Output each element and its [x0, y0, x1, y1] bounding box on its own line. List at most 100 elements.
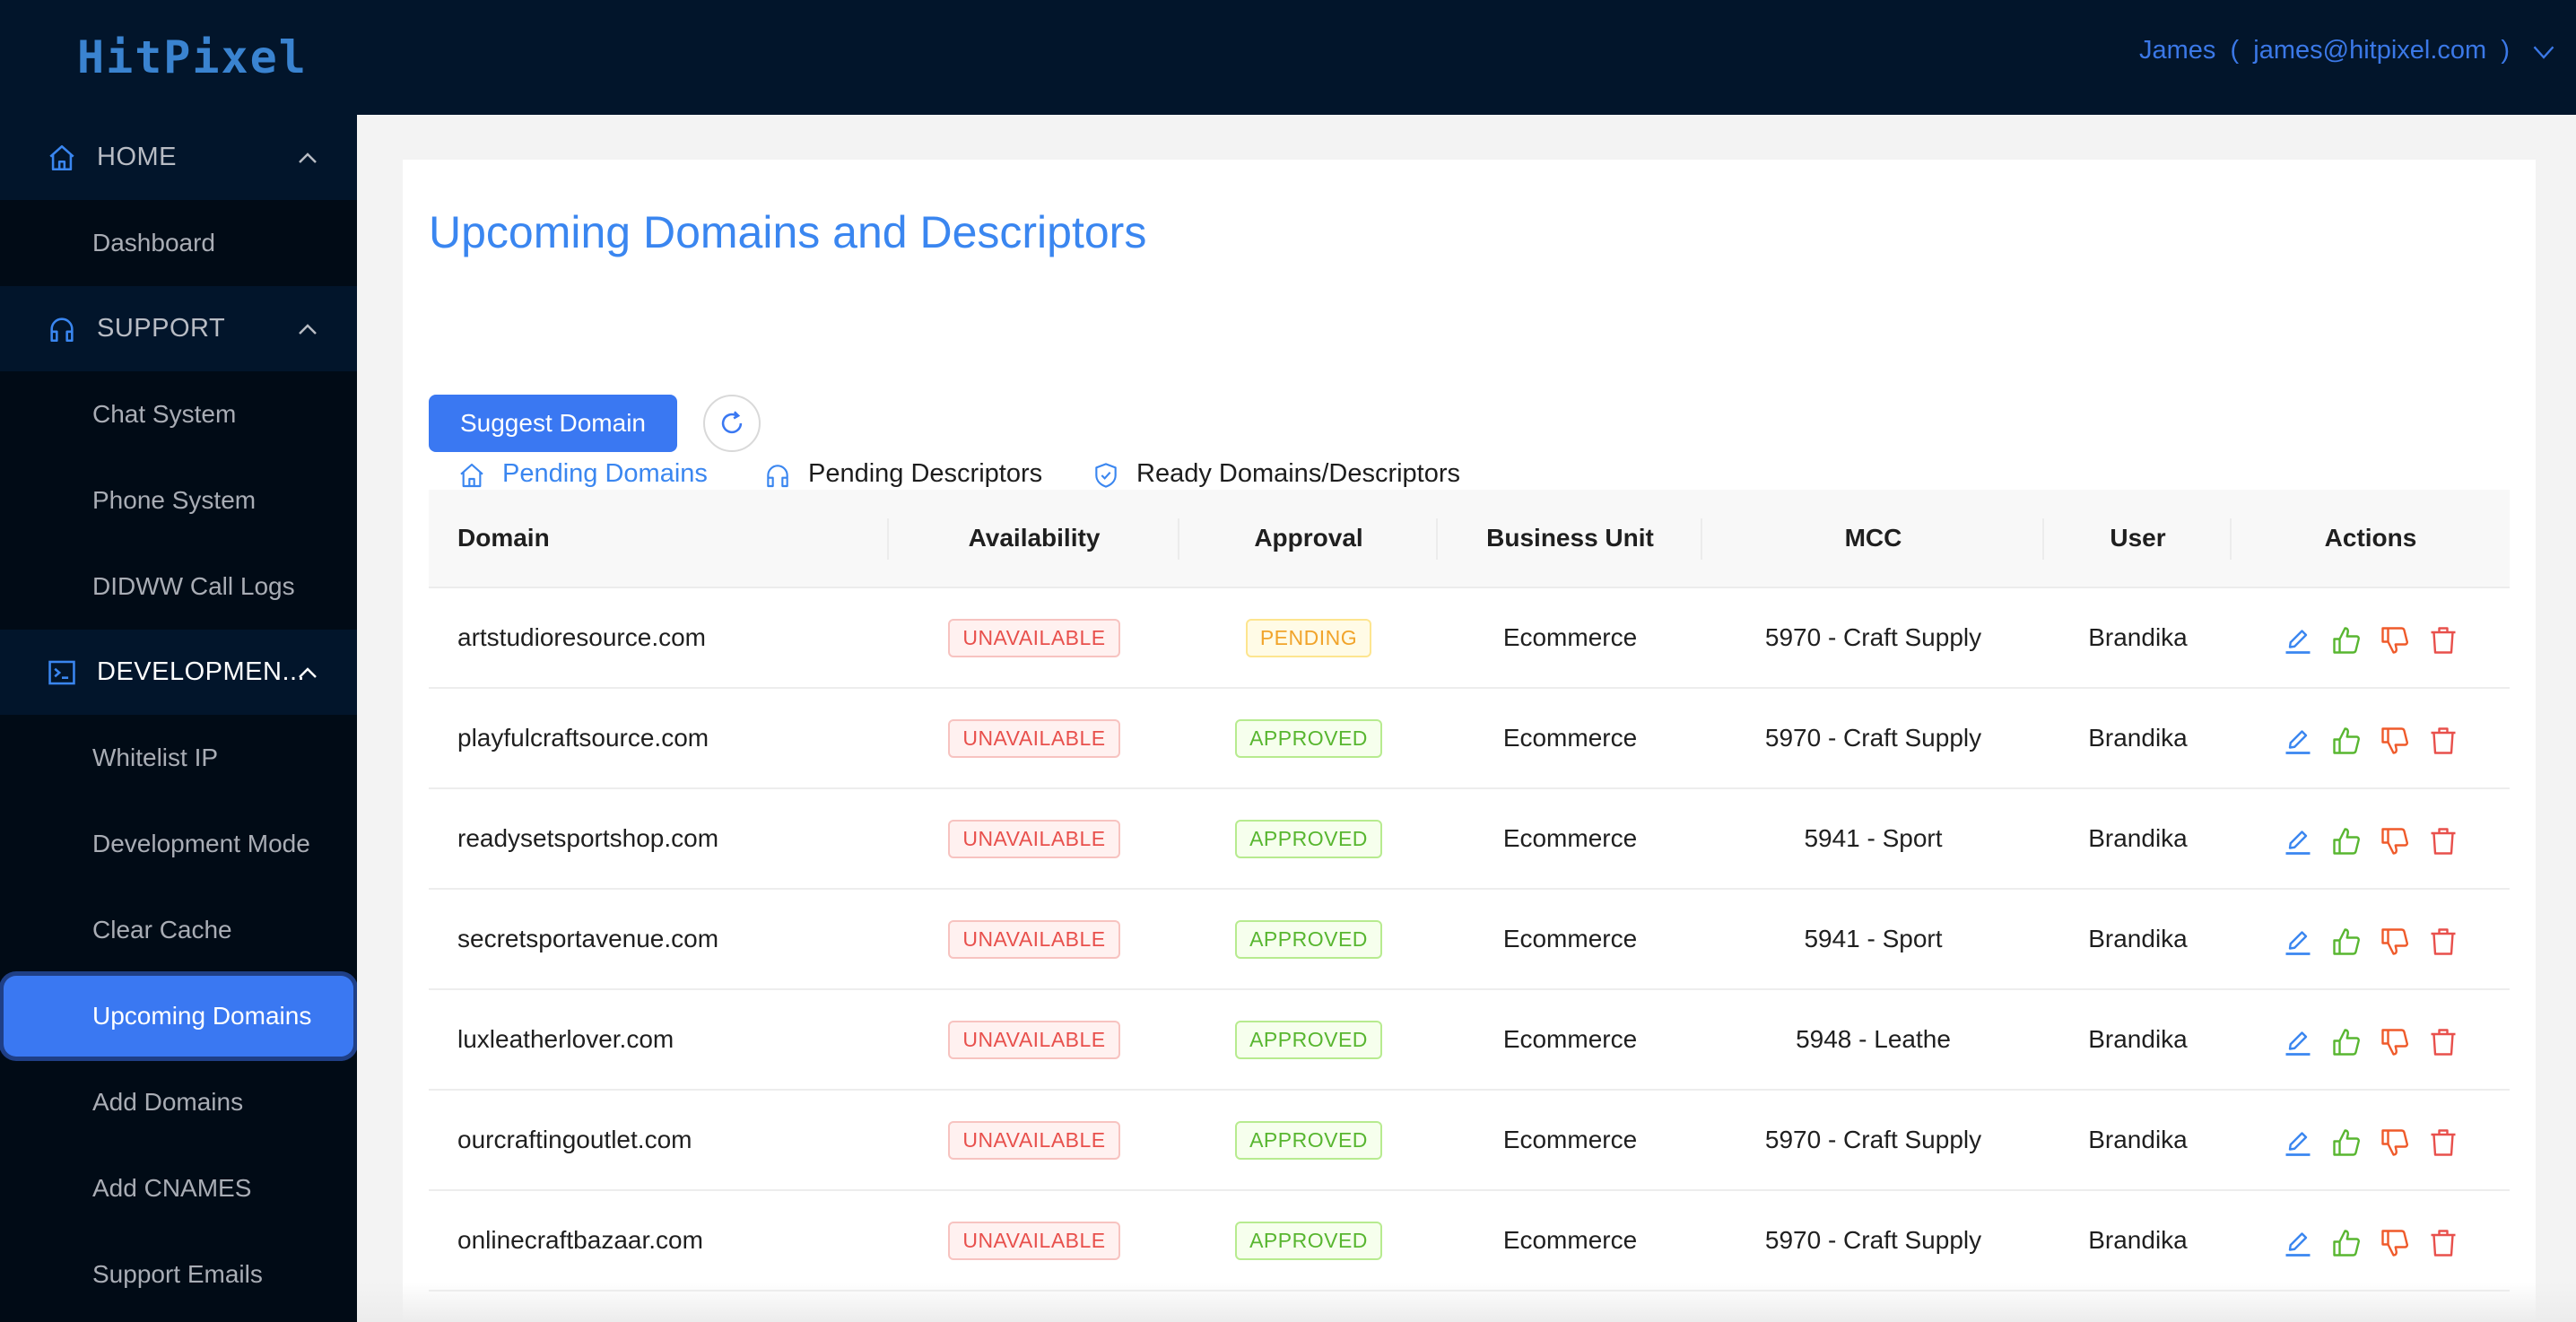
sidebar-item-didww-call-logs[interactable]: DIDWW Call Logs [0, 544, 357, 630]
refresh-button[interactable] [703, 395, 761, 452]
shield-check-icon [1095, 463, 1117, 488]
sidebar-item-whitelist-ip[interactable]: Whitelist IP [0, 715, 357, 801]
trash-icon[interactable] [2427, 624, 2459, 657]
header-text: MCC [1844, 524, 1902, 552]
sidebar-item-add-cnames[interactable]: Add CNAMES [0, 1145, 357, 1231]
thumbs-up-icon[interactable] [2330, 825, 2363, 857]
user-menu[interactable]: James ( james@hitpixel.com ) [2139, 36, 2556, 65]
cell-approval: APPROVED [1179, 1091, 1438, 1189]
sidebar-item-development-mode[interactable]: Development Mode [0, 801, 357, 887]
cell-business-unit: Ecommerce [1502, 824, 1638, 852]
thumbs-up-icon[interactable] [2330, 1126, 2363, 1159]
thumbs-up-icon[interactable] [2330, 1227, 2363, 1259]
trash-icon[interactable] [2427, 1126, 2459, 1159]
cell-mcc: 5941 - Sport [1804, 925, 1943, 952]
cell-business-unit: Ecommerce [1502, 925, 1638, 952]
edit-icon[interactable] [2282, 825, 2314, 857]
sidebar-item-upcoming-domains[interactable]: Upcoming Domains [4, 976, 353, 1057]
cell-business-unit: Ecommerce [1502, 1226, 1638, 1254]
terminal-icon [48, 660, 75, 684]
cell-business-unit: Ecommerce [1502, 1025, 1638, 1053]
sidebar-item-support-emails[interactable]: Support Emails [0, 1231, 357, 1318]
sidebar-item-add-domains[interactable]: Add Domains [0, 1059, 357, 1145]
cell-user: Brandika [2088, 623, 2188, 651]
sidebar-item-dashboard[interactable]: Dashboard [0, 200, 357, 286]
approval-badge: PENDING [1245, 618, 1372, 657]
cell-availability: UNAVAILABLE [889, 689, 1179, 787]
availability-badge: UNAVAILABLE [948, 1221, 1120, 1260]
chevron-up-icon [299, 666, 317, 678]
edit-icon[interactable] [2282, 624, 2314, 657]
page-title: Upcoming Domains and Descriptors [429, 207, 1147, 257]
sidebar-item-chat-system[interactable]: Chat System [0, 371, 357, 457]
availability-badge: UNAVAILABLE [948, 1120, 1120, 1160]
cell-actions [2232, 990, 2510, 1089]
edit-icon[interactable] [2282, 1026, 2314, 1058]
approval-badge: APPROVED [1235, 1020, 1382, 1059]
paren-open [2215, 36, 2230, 65]
thumbs-down-icon[interactable] [2379, 1227, 2411, 1259]
cell-user: Brandika [2088, 1025, 2188, 1053]
header-text: Availability [968, 524, 1101, 552]
availability-badge: UNAVAILABLE [948, 718, 1120, 758]
cell-actions [2232, 588, 2510, 687]
sidebar-item-phone-system[interactable]: Phone System [0, 457, 357, 544]
thumbs-up-icon[interactable] [2330, 624, 2363, 657]
edit-icon[interactable] [2282, 1126, 2314, 1159]
header-text: Approval [1254, 524, 1363, 552]
chevron-down-icon [2533, 46, 2554, 59]
thumbs-up-icon[interactable] [2330, 725, 2363, 757]
edit-icon[interactable] [2282, 725, 2314, 757]
trash-icon[interactable] [2427, 926, 2459, 958]
approval-badge: APPROVED [1235, 1120, 1382, 1160]
cell-approval: APPROVED [1179, 990, 1438, 1089]
table-row: ourcraftingoutlet.com UNAVAILABLE APPROV… [429, 1091, 2510, 1191]
trash-icon[interactable] [2427, 825, 2459, 857]
thumbs-down-icon[interactable] [2379, 1126, 2411, 1159]
cell-mcc: 5970 - Craft Supply [1764, 724, 1982, 752]
thumbs-up-icon[interactable] [2330, 926, 2363, 958]
cell-mcc: 5970 - Craft Supply [1764, 1126, 1982, 1153]
trash-icon[interactable] [2427, 725, 2459, 757]
edit-icon[interactable] [2282, 926, 2314, 958]
cell-approval: APPROVED [1179, 789, 1438, 888]
sidebar-group-home[interactable]: HOME [0, 115, 357, 200]
cell-mcc: 5970 - Craft Supply [1764, 1226, 1982, 1254]
suggest-domain-button[interactable]: Suggest Domain [429, 395, 677, 452]
column-header-domain: Domain [429, 490, 889, 587]
cell-user: Brandika [2088, 1226, 2188, 1254]
cell-user: Brandika [2088, 1126, 2188, 1153]
sidebar-item-clear-cache[interactable]: Clear Cache [0, 887, 357, 973]
sidebar-group-support[interactable]: SUPPORT [0, 286, 357, 371]
cell-mcc: 5941 - Sport [1804, 824, 1943, 852]
cell-business-unit: Ecommerce [1502, 1126, 1638, 1153]
cell-availability: UNAVAILABLE [889, 588, 1179, 687]
thumbs-down-icon[interactable] [2379, 825, 2411, 857]
sidebar-group-label: DEVELOPMEN... [97, 657, 306, 686]
paren-open-char: ( [2230, 36, 2240, 65]
cell-actions [2232, 890, 2510, 988]
cell-domain: ourcraftingoutlet.com [457, 1126, 692, 1153]
cell-actions [2232, 1191, 2510, 1290]
cell-approval: PENDING [1179, 588, 1438, 687]
trash-icon[interactable] [2427, 1227, 2459, 1259]
tab-label: Ready Domains/Descriptors [1136, 459, 1461, 488]
sidebar-group-development[interactable]: DEVELOPMEN... [0, 630, 357, 715]
edit-icon[interactable] [2282, 1227, 2314, 1259]
availability-badge: UNAVAILABLE [948, 819, 1120, 858]
header-text: Actions [2324, 524, 2417, 552]
headphones-icon [50, 317, 74, 342]
thumbs-down-icon[interactable] [2379, 624, 2411, 657]
thumbs-up-icon[interactable] [2330, 1026, 2363, 1058]
cell-actions [2232, 1091, 2510, 1189]
cell-domain: luxleatherlover.com [457, 1025, 674, 1053]
thumbs-down-icon[interactable] [2379, 725, 2411, 757]
logo[interactable]: HitPixel [77, 31, 308, 83]
table-row: artstudioresource.com UNAVAILABLE PENDIN… [429, 588, 2510, 689]
thumbs-down-icon[interactable] [2379, 1026, 2411, 1058]
thumbs-down-icon[interactable] [2379, 926, 2411, 958]
sidebar: HOME Dashboard SUPPORT Chat System Phone… [0, 115, 357, 1322]
trash-icon[interactable] [2427, 1026, 2459, 1058]
table-row: playfulcraftsource.com UNAVAILABLE APPRO… [429, 689, 2510, 789]
approval-badge: APPROVED [1235, 1221, 1382, 1260]
